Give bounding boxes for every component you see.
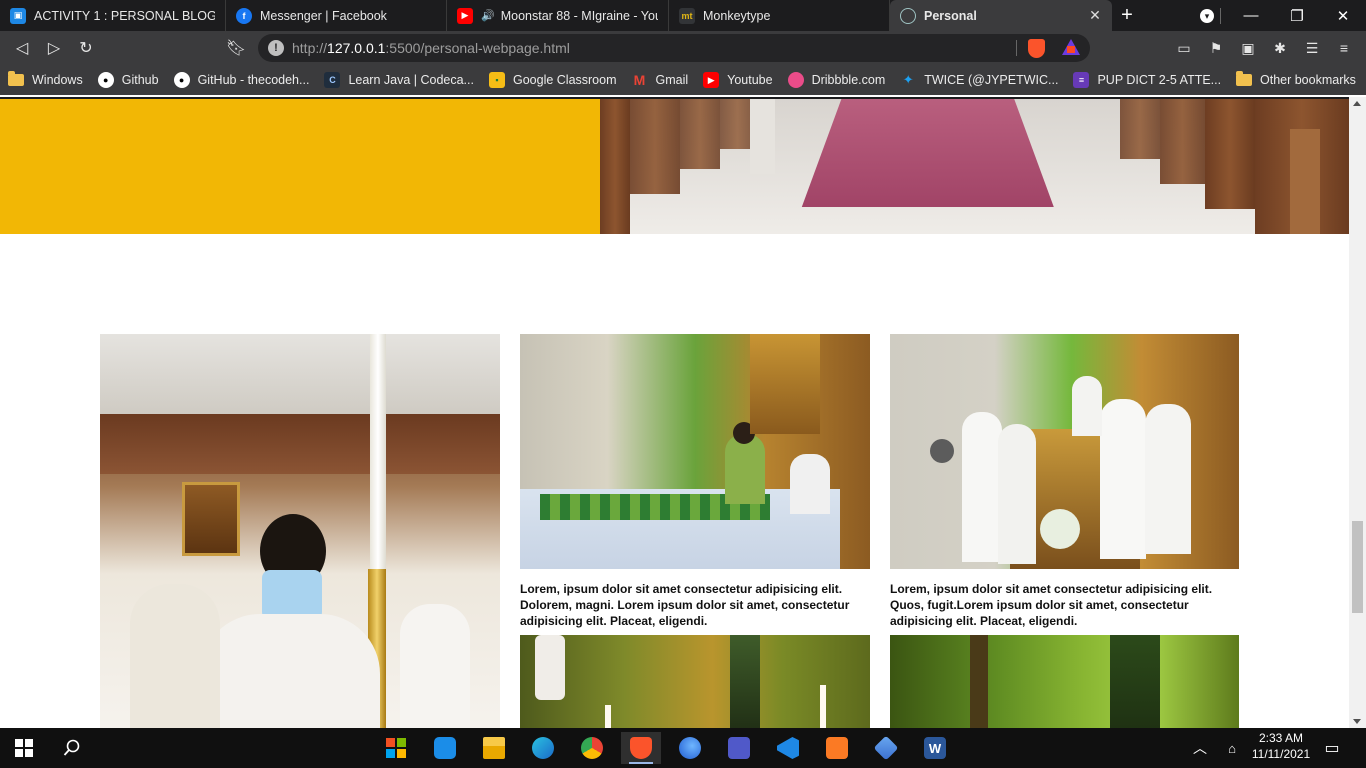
file-explorer-icon[interactable]: [474, 732, 514, 764]
tab-monkeytype[interactable]: mt Monkeytype: [669, 0, 890, 31]
flag-icon[interactable]: ⚑: [1200, 31, 1232, 65]
bookmarks-bar: Windows ● Github ● GitHub - thecodeh... CL…: [0, 65, 1366, 95]
notifications-icon[interactable]: ▭: [1312, 732, 1352, 764]
codecademy-icon: C: [324, 72, 341, 88]
brave-shields-icon[interactable]: [1028, 39, 1045, 58]
edge-icon[interactable]: [523, 732, 563, 764]
bookmark-pup-dict[interactable]: ≡ PUP DICT 2-5 ATTE...: [1073, 72, 1221, 88]
minimize-icon[interactable]: —: [1228, 0, 1274, 31]
folder-icon: [1236, 71, 1252, 86]
teams-icon[interactable]: [719, 732, 759, 764]
hero-church-aisle-image: [600, 99, 1349, 234]
xampp-icon[interactable]: [817, 732, 857, 764]
chrome-icon[interactable]: [572, 732, 612, 764]
altar-servers-photo: [890, 334, 1239, 569]
mass-altar-photo: [520, 334, 870, 569]
sanctuary-photo-d: [890, 635, 1239, 728]
github-icon: ●: [97, 72, 114, 88]
page-scrollbar[interactable]: [1349, 97, 1366, 728]
hero-yellow-panel: [0, 99, 600, 234]
bookmark-youtube[interactable]: ▶ Youtube: [703, 72, 773, 88]
close-window-icon[interactable]: ✕: [1320, 0, 1366, 31]
restore-icon[interactable]: ❐: [1274, 0, 1320, 31]
clock-time: 2:33 AM: [1258, 731, 1304, 745]
firefox-icon[interactable]: [670, 732, 710, 764]
bookmark-github[interactable]: ● Github: [97, 72, 159, 88]
playlist-icon[interactable]: ☰: [1296, 31, 1328, 65]
address-bar[interactable]: ! http://127.0.0.1:5500/personal-webpage…: [258, 34, 1090, 62]
speaker-icon[interactable]: 🔊: [481, 9, 495, 22]
virtualbox-icon[interactable]: [866, 732, 906, 764]
wallet-icon[interactable]: ▣: [1232, 31, 1264, 65]
start-windows-icon[interactable]: [4, 732, 44, 764]
extensions-icon[interactable]: ✱: [1264, 31, 1296, 65]
windows-taskbar: W ︿ ⌂ ▭: [0, 728, 1366, 768]
github-icon: ●: [173, 72, 190, 88]
sanctuary-photo-c: [520, 635, 870, 728]
bookmark-windows[interactable]: Windows: [8, 71, 83, 87]
scroll-thumb[interactable]: [1352, 521, 1363, 613]
dribbble-icon: [787, 72, 804, 88]
bookmark-google-classroom[interactable]: ▪ Google Classroom: [488, 72, 617, 88]
brave-rewards-inner-icon: [1067, 46, 1075, 53]
back-icon[interactable]: ◁: [6, 34, 38, 62]
scroll-down-icon[interactable]: [1353, 719, 1361, 724]
youtube-icon: ▶: [703, 72, 720, 88]
brave-browser-icon[interactable]: [621, 732, 661, 764]
tab-personal[interactable]: Personal ✕: [890, 0, 1112, 31]
bookmark-codecademy[interactable]: C Learn Java | Codeca...: [324, 72, 474, 88]
forward-icon[interactable]: ▷: [38, 34, 70, 62]
reader-mode-icon[interactable]: ▭: [1168, 31, 1200, 65]
tab-youtube-moonstar[interactable]: ▶ 🔊 Moonstar 88 - MIgraine - YouTu: [447, 0, 669, 31]
bookmark-twice-twitter[interactable]: ✦ TWICE (@JYPETWIC...: [900, 72, 1059, 88]
facebook-icon: f: [236, 7, 252, 24]
page-viewport: Lorem, ipsum dolor sit amet consectetur …: [0, 97, 1349, 728]
profile-menu-icon[interactable]: ▾: [1184, 0, 1230, 31]
sync-app-icon[interactable]: [425, 732, 465, 764]
microsoft-store-icon[interactable]: [376, 732, 416, 764]
monkeytype-icon: mt: [679, 7, 695, 24]
classroom-icon: ▪: [488, 72, 505, 88]
bookmark-dribbble[interactable]: Dribbble.com: [787, 72, 885, 88]
search-icon[interactable]: [52, 732, 92, 764]
scroll-up-icon[interactable]: [1353, 101, 1361, 106]
url-text: http://127.0.0.1:5500/personal-webpage.h…: [292, 40, 570, 56]
tab-activity-blog[interactable]: ▣ ACTIVITY 1 : PERSONAL BLOG WEB: [0, 0, 226, 31]
close-tab-icon[interactable]: ✕: [1088, 8, 1102, 22]
reload-icon[interactable]: ↻: [70, 34, 102, 62]
classroom-icon: ▣: [10, 7, 26, 24]
menu-icon[interactable]: ≡: [1328, 31, 1360, 65]
clock-date: 11/11/2021: [1251, 747, 1311, 761]
bookmark-gmail[interactable]: M Gmail: [632, 72, 689, 88]
twitter-icon: ✦: [902, 72, 914, 87]
bookmarks-divider: [1220, 8, 1221, 24]
form-icon: ≡: [1073, 72, 1090, 88]
taskbar-clock[interactable]: 2:33 AM 11/11/2021: [1244, 730, 1318, 762]
divider: [1016, 40, 1017, 56]
tab-messenger[interactable]: f Messenger | Facebook: [226, 0, 447, 31]
caption-photo-a: Lorem, ipsum dolor sit amet consectetur …: [520, 582, 850, 628]
site-info-icon[interactable]: !: [268, 40, 284, 56]
folder-icon: [8, 71, 24, 86]
bookmark-github-thecodeh[interactable]: ● GitHub - thecodeh...: [173, 72, 309, 88]
browser-toolbar: ◁ ▷ ↻ 🔖︎ ! http://127.0.0.1:5500/persona…: [0, 31, 1366, 65]
procession-photo: [100, 334, 500, 728]
youtube-icon: ▶: [457, 7, 473, 24]
globe-icon: [900, 7, 916, 24]
gmail-icon: M: [633, 72, 646, 88]
tab-strip: ▣ ACTIVITY 1 : PERSONAL BLOG WEB f Messe…: [0, 0, 1366, 31]
vscode-icon[interactable]: [768, 732, 808, 764]
new-tab-button[interactable]: +: [1112, 0, 1142, 31]
bookmark-other[interactable]: Other bookmarks: [1236, 65, 1356, 95]
bookmark-icon[interactable]: 🔖︎: [220, 34, 252, 62]
word-icon[interactable]: W: [915, 732, 955, 764]
caption-photo-b: Lorem, ipsum dolor sit amet consectetur …: [890, 582, 1213, 628]
